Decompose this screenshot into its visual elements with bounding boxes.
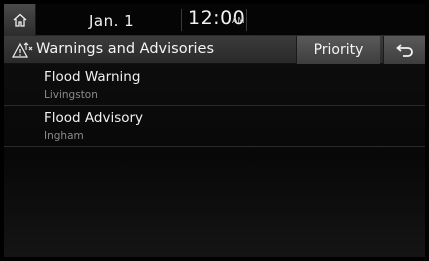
back-button[interactable] <box>383 36 425 64</box>
back-arrow-icon <box>395 44 413 57</box>
alert-title: Flood Advisory <box>44 110 144 126</box>
alert-location: Ingham <box>44 130 84 142</box>
list-item[interactable]: Flood Advisory Ingham <box>4 106 425 147</box>
home-button[interactable] <box>4 4 36 36</box>
priority-button[interactable]: Priority <box>296 36 380 64</box>
clock-ampm: AM <box>232 16 245 25</box>
status-divider <box>181 9 182 31</box>
list-item[interactable]: Flood Warning Livingston <box>4 65 425 106</box>
alert-title: Flood Warning <box>44 69 141 85</box>
alerts-list: Flood Warning Livingston Flood Advisory … <box>4 65 425 147</box>
alert-location: Livingston <box>44 89 98 101</box>
priority-button-label: Priority <box>313 42 364 58</box>
title-bar: Warnings and Advisories Priority <box>4 36 425 64</box>
warning-advisory-icon <box>12 42 33 58</box>
status-bar: Jan. 1 12:00 AM <box>4 4 425 36</box>
date-display: Jan. 1 <box>89 12 135 30</box>
screen: Jan. 1 12:00 AM Warnings and Advisories … <box>4 4 425 257</box>
status-divider <box>246 9 247 31</box>
page-title: Warnings and Advisories <box>36 41 215 57</box>
home-icon <box>13 13 26 27</box>
